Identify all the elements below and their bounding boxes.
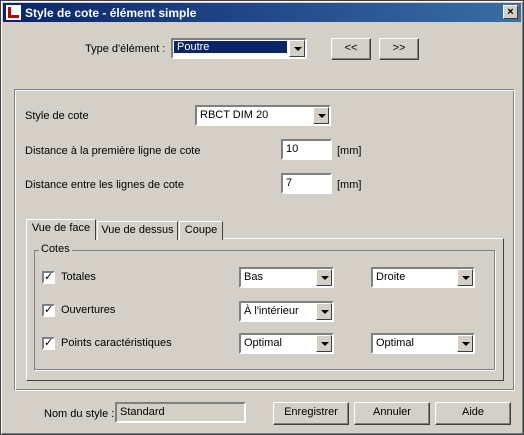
totals-position-select[interactable]: Bas: [239, 267, 334, 288]
cancel-button-label: Annuler: [373, 406, 411, 418]
key-points-side-select[interactable]: Optimal: [371, 333, 475, 354]
window-title: Style de cote - élément simple: [25, 6, 197, 20]
element-type-select[interactable]: Poutre: [171, 38, 307, 59]
line-spacing-value: 7: [286, 177, 293, 189]
dimension-style-value: RBCT DIM 20: [200, 109, 269, 121]
key-points-side-value: Optimal: [376, 337, 414, 349]
help-button-label: Aide: [461, 406, 485, 418]
tab-front-view[interactable]: Vue de face: [26, 219, 96, 240]
key-points-position-select[interactable]: Optimal: [239, 333, 334, 354]
help-button[interactable]: Aide: [435, 402, 511, 425]
cancel-button[interactable]: Annuler: [354, 402, 430, 425]
chevron-down-icon[interactable]: [457, 335, 473, 352]
next-button[interactable]: >>: [379, 38, 419, 60]
chevron-down-icon[interactable]: [457, 269, 473, 286]
totals-label: Totales: [61, 271, 96, 283]
previous-button[interactable]: <<: [331, 38, 371, 60]
save-button[interactable]: Enregistrer: [273, 402, 349, 425]
key-points-position-value: Optimal: [244, 337, 282, 349]
totals-side-value: Droite: [376, 271, 406, 283]
app-icon: [6, 5, 21, 20]
line-spacing-unit: [mm]: [337, 179, 362, 191]
openings-checkbox[interactable]: [42, 303, 55, 317]
close-icon: ×: [507, 6, 514, 18]
element-type-label: Type d'élément :: [85, 43, 166, 55]
style-name-value: Standard: [120, 406, 165, 418]
totals-position-value: Bas: [244, 271, 263, 283]
style-name-field: Standard: [115, 402, 246, 423]
first-line-distance-input[interactable]: 10: [281, 139, 332, 160]
chevron-down-icon[interactable]: [316, 303, 332, 320]
openings-position-select[interactable]: À l'intérieur: [239, 301, 334, 322]
dialog-window: Style de cote - élément simple × Type d'…: [0, 0, 524, 435]
line-spacing-input[interactable]: 7: [281, 173, 332, 194]
element-type-value: Poutre: [174, 41, 287, 53]
totals-checkbox[interactable]: [42, 270, 55, 284]
chevron-down-icon[interactable]: [316, 269, 332, 286]
tab-section[interactable]: Coupe: [179, 221, 223, 240]
tab-front-view-label: Vue de face: [31, 222, 91, 234]
save-button-label: Enregistrer: [284, 406, 338, 418]
first-line-distance-unit: [mm]: [337, 145, 362, 157]
style-name-label: Nom du style :: [44, 408, 115, 420]
tab-section-label: Coupe: [184, 224, 218, 236]
cotes-group-title: Cotes: [39, 243, 72, 255]
key-points-checkbox[interactable]: [42, 336, 55, 350]
line-spacing-label: Distance entre les lignes de cote: [25, 179, 184, 191]
previous-button-label: <<: [344, 42, 358, 54]
first-line-distance-value: 10: [286, 143, 299, 155]
tab-top-view-label: Vue de dessus: [101, 224, 174, 236]
chevron-down-icon[interactable]: [316, 335, 332, 352]
close-button[interactable]: ×: [503, 5, 518, 19]
first-line-distance-label: Distance à la première ligne de cote: [25, 145, 201, 157]
chevron-down-icon[interactable]: [313, 107, 329, 124]
dimension-style-label: Style de cote: [25, 110, 89, 122]
chevron-down-icon[interactable]: [289, 40, 305, 57]
openings-label: Ouvertures: [61, 304, 116, 316]
totals-side-select[interactable]: Droite: [371, 267, 475, 288]
tab-top-view[interactable]: Vue de dessus: [97, 221, 178, 240]
dimension-style-select[interactable]: RBCT DIM 20: [195, 105, 331, 126]
openings-position-value: À l'intérieur: [244, 305, 299, 317]
key-points-label: Points caractéristiques: [61, 337, 172, 349]
next-button-label: >>: [392, 42, 406, 54]
title-bar[interactable]: Style de cote - élément simple ×: [3, 3, 521, 22]
